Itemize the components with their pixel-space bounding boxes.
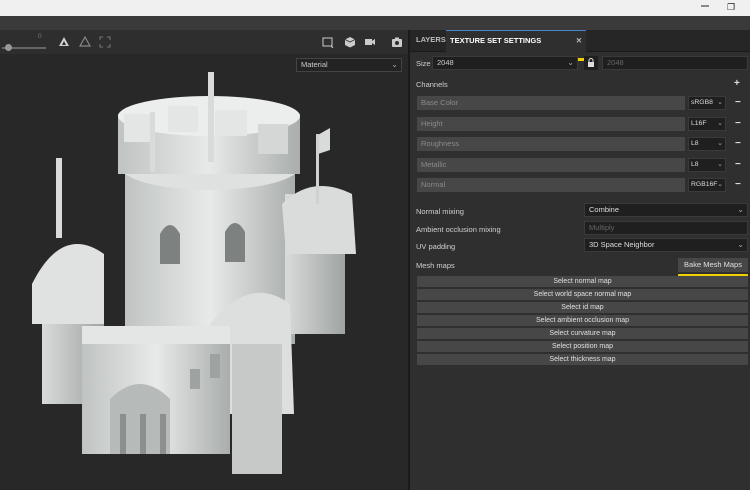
normal-mixing-value: Combine — [589, 205, 620, 214]
uv-padding-value: 3D Space Neighbor — [589, 240, 655, 249]
channels-label: Channels — [416, 80, 448, 89]
channel-format-select[interactable]: L16F ⌄ — [688, 117, 726, 131]
chevron-down-icon: ⌄ — [717, 140, 723, 147]
size-label: Size — [416, 59, 431, 68]
close-icon[interactable]: ✕ — [576, 31, 582, 51]
channel-metallic[interactable]: Metallic — [417, 158, 685, 172]
bake-mesh-maps-button[interactable]: Bake Mesh Maps — [678, 258, 748, 272]
viewport-toolbar: 0 — [0, 30, 410, 54]
mesh-maps-label: Mesh maps — [416, 261, 455, 270]
chevron-down-icon: ⌄ — [717, 99, 723, 106]
select-position-map-button[interactable]: Select position map — [417, 341, 748, 352]
ao-mixing-label: Ambient occlusion mixing — [416, 225, 501, 234]
channel-format-value: L8 — [691, 161, 699, 168]
restore-button[interactable]: ❐ — [724, 1, 738, 14]
minimize-button[interactable] — [698, 1, 712, 14]
channel-height[interactable]: Height — [417, 117, 685, 131]
chevron-down-icon: ⌄ — [717, 161, 723, 168]
camera-icon[interactable] — [364, 36, 376, 48]
screenshot-icon[interactable] — [391, 36, 403, 48]
size-select[interactable]: 2048 ⌄ — [432, 56, 578, 70]
select-ambient-occlusion-map-button[interactable]: Select ambient occlusion map — [417, 315, 748, 326]
chevron-down-icon: ⌄ — [391, 60, 398, 69]
channel-format-select[interactable]: L8 ⌄ — [688, 137, 726, 151]
fit-icon[interactable] — [99, 36, 111, 48]
tab-texture-set-settings[interactable]: TEXTURE SET SETTINGS ✕ — [446, 30, 586, 52]
add-channel-button[interactable]: + — [734, 78, 740, 89]
select-id-map-button[interactable]: Select id map — [417, 302, 748, 313]
tab-label: TEXTURE SET SETTINGS — [450, 36, 542, 45]
chevron-down-icon: ⌄ — [737, 240, 744, 249]
channel-format-select[interactable]: L8 ⌄ — [688, 158, 726, 172]
material-select[interactable]: Material ⌄ — [296, 58, 402, 72]
exposure-slider-knob[interactable] — [5, 44, 12, 51]
chevron-down-icon: ⌄ — [737, 205, 744, 214]
size-value: 2048 — [437, 58, 454, 67]
channel-format-value: L16F — [691, 120, 707, 127]
select-normal-map-button[interactable]: Select normal map — [417, 276, 748, 287]
select-curvature-map-button[interactable]: Select curvature map — [417, 328, 748, 339]
chevron-down-icon: ⌄ — [717, 181, 723, 188]
3d-viewport[interactable] — [0, 54, 408, 490]
channel-roughness[interactable]: Roughness — [417, 137, 685, 151]
top-strip — [0, 16, 750, 30]
ao-mixing-field: Multiply — [584, 221, 748, 235]
chevron-down-icon: ⌄ — [567, 58, 574, 67]
material-select-value: Material — [301, 60, 328, 69]
exposure-slider-value: 0 — [38, 33, 42, 40]
channel-format-value: RGB16F — [691, 181, 718, 188]
channel-base-color[interactable]: Base Color — [417, 96, 685, 110]
panel-tabs: LAYERS TEXTURE SET SETTINGS ✕ — [410, 30, 750, 52]
size-linked-field[interactable]: 2048 — [602, 56, 748, 70]
frame-icon[interactable] — [322, 36, 334, 48]
remove-channel-button[interactable]: − — [735, 178, 743, 192]
select-thickness-map-button[interactable]: Select thickness map — [417, 354, 748, 365]
chevron-down-icon: ⌄ — [717, 120, 723, 127]
remove-channel-button[interactable]: − — [735, 158, 743, 172]
channel-normal[interactable]: Normal — [417, 178, 685, 192]
channel-format-select[interactable]: RGB16F ⌄ — [688, 178, 726, 192]
triangle-icon[interactable] — [58, 36, 70, 48]
select-world-space-normal-map-button[interactable]: Select world space normal map — [417, 289, 748, 300]
uv-padding-select[interactable]: 3D Space Neighbor ⌄ — [584, 238, 748, 252]
remove-channel-button[interactable]: − — [735, 117, 743, 131]
minimize-icon — [701, 5, 709, 7]
remove-channel-button[interactable]: − — [735, 96, 743, 110]
tab-layers[interactable]: LAYERS — [412, 30, 450, 52]
cube-icon[interactable] — [344, 36, 356, 48]
normal-mixing-label: Normal mixing — [416, 207, 464, 216]
channel-format-value: L8 — [691, 140, 699, 147]
lock-icon — [588, 58, 594, 67]
castle-model — [32, 72, 356, 474]
normal-mixing-select[interactable]: Combine ⌄ — [584, 203, 748, 217]
uv-padding-label: UV padding — [416, 242, 456, 251]
remove-channel-button[interactable]: − — [735, 137, 743, 151]
triangle-outline-icon[interactable] — [79, 36, 91, 48]
texture-set-panel: LAYERS TEXTURE SET SETTINGS ✕ Size 2048 … — [408, 30, 750, 490]
channel-format-select[interactable]: sRGB8 ⌄ — [688, 96, 726, 110]
channel-format-value: sRGB8 — [691, 99, 713, 106]
lock-button[interactable] — [584, 56, 598, 70]
window-titlebar: ❐ — [0, 0, 750, 16]
